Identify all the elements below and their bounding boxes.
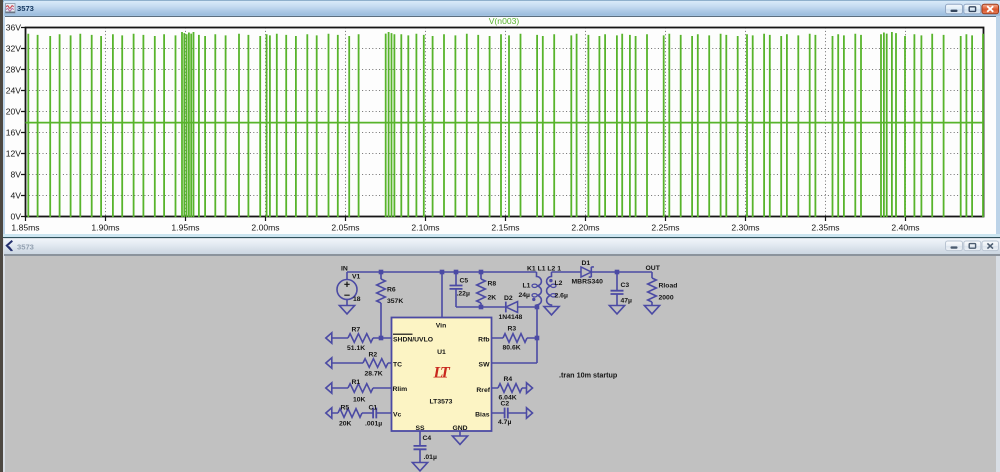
svg-text:1.95ms: 1.95ms — [171, 223, 199, 233]
svg-text:2.35ms: 2.35ms — [811, 223, 839, 233]
svg-text:4.7µ: 4.7µ — [498, 419, 511, 426]
svg-text:51.1K: 51.1K — [347, 345, 365, 352]
svg-text:2.00ms: 2.00ms — [251, 223, 279, 233]
svg-text:2.05ms: 2.05ms — [331, 223, 359, 233]
svg-text:357K: 357K — [387, 298, 403, 305]
svg-text:24V: 24V — [6, 86, 22, 96]
svg-text:20V: 20V — [6, 107, 22, 117]
svg-text:C1: C1 — [369, 404, 378, 411]
svg-text:2.10ms: 2.10ms — [411, 223, 439, 233]
svg-text:2K: 2K — [488, 295, 497, 302]
svg-text:36V: 36V — [6, 23, 22, 33]
svg-text:SHDN/UVLO: SHDN/UVLO — [393, 337, 433, 344]
svg-text:Vc: Vc — [393, 412, 402, 419]
svg-text:V(n003): V(n003) — [489, 16, 520, 26]
svg-text:R3: R3 — [508, 326, 517, 333]
svg-text:1.90ms: 1.90ms — [91, 223, 119, 233]
svg-text:.01µ: .01µ — [424, 454, 437, 461]
svg-text:3573: 3573 — [17, 243, 34, 252]
svg-text:47µ: 47µ — [621, 297, 633, 304]
svg-text:K1 L1 L2 1: K1 L1 L2 1 — [527, 265, 561, 272]
svg-text:L1: L1 — [523, 282, 531, 289]
svg-text:Rfb: Rfb — [478, 337, 489, 344]
svg-text:SS: SS — [415, 425, 425, 432]
svg-text:20K: 20K — [339, 421, 352, 428]
svg-text:D2: D2 — [504, 295, 513, 302]
svg-text:12V: 12V — [6, 149, 22, 159]
svg-text:2000: 2000 — [659, 294, 674, 301]
svg-text:Bias: Bias — [475, 412, 490, 419]
svg-text:24µ: 24µ — [519, 292, 531, 299]
svg-text:R4: R4 — [504, 376, 513, 383]
svg-text:LT3573: LT3573 — [430, 399, 453, 406]
svg-text:Rlim: Rlim — [393, 386, 408, 393]
svg-text:4V: 4V — [10, 191, 21, 201]
svg-text:2.40ms: 2.40ms — [891, 223, 919, 233]
svg-text:0V: 0V — [10, 212, 21, 222]
svg-text:GND: GND — [452, 425, 467, 432]
svg-text:10K: 10K — [353, 397, 366, 404]
svg-text:Vin: Vin — [436, 322, 446, 329]
svg-text:2.30ms: 2.30ms — [731, 223, 759, 233]
svg-text:D1: D1 — [582, 260, 591, 267]
svg-text:1N4148: 1N4148 — [499, 314, 523, 321]
svg-text:R5: R5 — [341, 405, 350, 412]
svg-text:R8: R8 — [488, 280, 497, 287]
svg-text:MBRS340: MBRS340 — [572, 278, 604, 285]
svg-text:Rref: Rref — [476, 387, 490, 394]
svg-text:SW: SW — [479, 362, 491, 369]
svg-text:28V: 28V — [6, 65, 22, 75]
svg-text:R2: R2 — [369, 352, 378, 359]
svg-text:18: 18 — [353, 296, 361, 303]
svg-text:V1: V1 — [352, 274, 361, 281]
svg-text:C4: C4 — [423, 435, 432, 442]
svg-text:2.25ms: 2.25ms — [651, 223, 679, 233]
svg-text:U1: U1 — [437, 349, 446, 356]
svg-text:R6: R6 — [387, 287, 396, 294]
svg-text:R1: R1 — [352, 379, 361, 386]
svg-text:R7: R7 — [352, 327, 361, 334]
svg-text:3573: 3573 — [17, 4, 34, 13]
svg-text:2.20ms: 2.20ms — [571, 223, 599, 233]
svg-text:C3: C3 — [621, 282, 630, 289]
svg-text:OUT: OUT — [646, 265, 661, 272]
svg-text:C2: C2 — [501, 400, 510, 407]
svg-text:28.7K: 28.7K — [365, 371, 383, 378]
svg-text:IN: IN — [341, 265, 348, 272]
svg-text:Rload: Rload — [659, 282, 678, 289]
svg-text:.22µ: .22µ — [457, 291, 470, 298]
svg-text:80.6K: 80.6K — [503, 344, 521, 351]
svg-text:2.15ms: 2.15ms — [491, 223, 519, 233]
svg-text:16V: 16V — [6, 128, 22, 138]
svg-text:C5: C5 — [460, 277, 469, 284]
svg-text:TC: TC — [393, 362, 402, 369]
svg-text:8V: 8V — [10, 170, 21, 180]
svg-text:L2: L2 — [555, 280, 563, 287]
svg-text:.001µ: .001µ — [365, 421, 382, 428]
svg-text:1.85ms: 1.85ms — [11, 223, 39, 233]
svg-text:2.6µ: 2.6µ — [555, 292, 568, 299]
svg-text:.tran 10m startup: .tran 10m startup — [559, 370, 618, 379]
svg-text:32V: 32V — [6, 44, 22, 54]
